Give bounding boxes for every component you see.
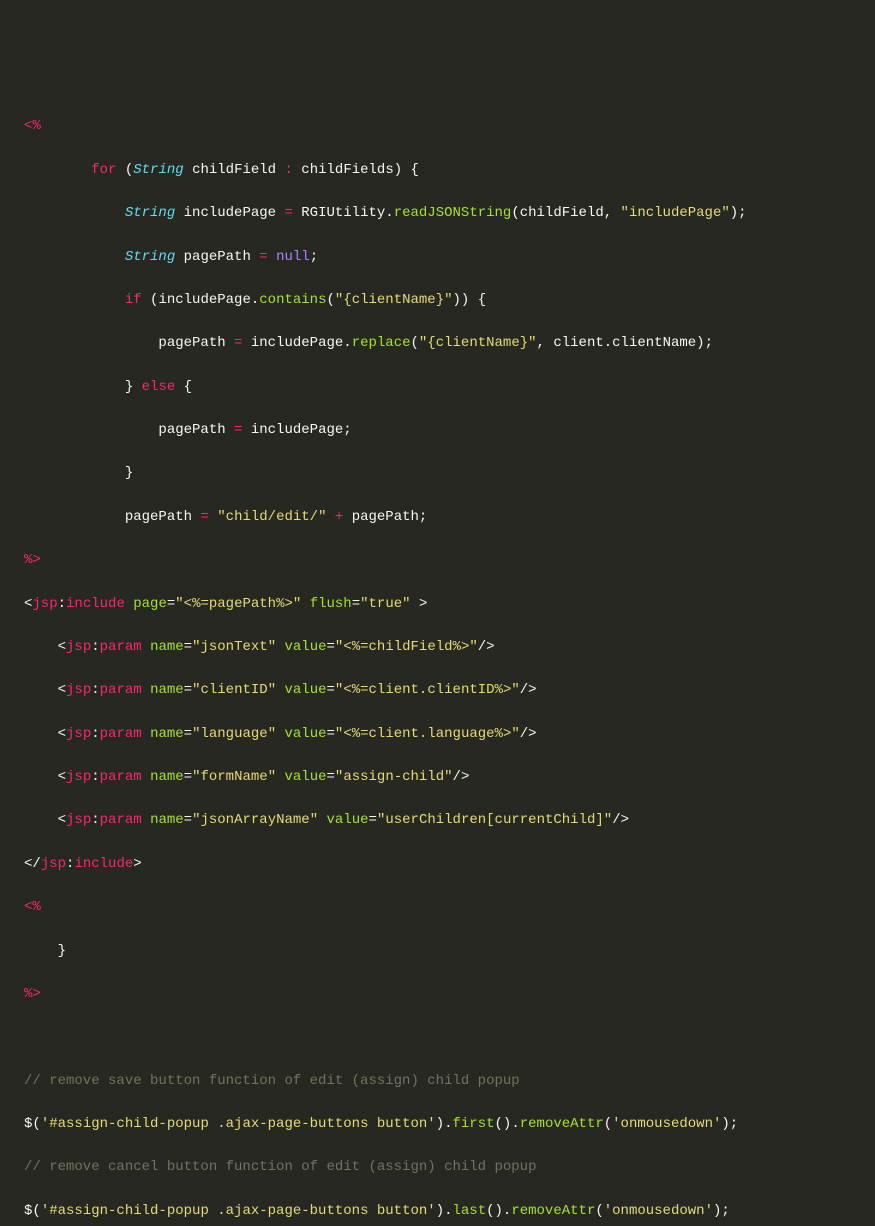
code-line: <jsp:param name="jsonText" value="<%=chi… [0, 637, 875, 659]
code-line: $('#assign-child-popup .ajax-page-button… [0, 1201, 875, 1223]
code-line: if (includePage.contains("{clientName}")… [0, 290, 875, 312]
code-line: </jsp:include> [0, 854, 875, 876]
code-line: } else { [0, 377, 875, 399]
scriptlet-open: <% [24, 118, 41, 134]
code-editor[interactable]: <% for (String childField : childFields)… [0, 95, 875, 1226]
code-line: } [0, 463, 875, 485]
code-line: String includePage = RGIUtility.readJSON… [0, 203, 875, 225]
code-line: pagePath = "child/edit/" + pagePath; [0, 507, 875, 529]
code-line: $('#assign-child-popup .ajax-page-button… [0, 1114, 875, 1136]
code-line: <% [0, 897, 875, 919]
scriptlet-close: %> [24, 552, 41, 568]
code-line: <jsp:include page="<%=pagePath%>" flush=… [0, 594, 875, 616]
code-line: <% [0, 116, 875, 138]
code-line: // remove cancel button function of edit… [0, 1157, 875, 1179]
code-line: %> [0, 550, 875, 572]
code-line: <jsp:param name="clientID" value="<%=cli… [0, 680, 875, 702]
code-line: } [0, 941, 875, 963]
code-line: <jsp:param name="language" value="<%=cli… [0, 724, 875, 746]
code-line: for (String childField : childFields) { [0, 160, 875, 182]
code-line: %> [0, 984, 875, 1006]
comment: // remove save button function of edit (… [24, 1073, 520, 1089]
code-line: <jsp:param name="jsonArrayName" value="u… [0, 810, 875, 832]
code-line: pagePath = includePage.replace("{clientN… [0, 333, 875, 355]
code-line: String pagePath = null; [0, 247, 875, 269]
code-line: pagePath = includePage; [0, 420, 875, 442]
comment: // remove cancel button function of edit… [24, 1159, 536, 1175]
code-line: <jsp:param name="formName" value="assign… [0, 767, 875, 789]
code-line [0, 1027, 875, 1049]
code-line: // remove save button function of edit (… [0, 1071, 875, 1093]
